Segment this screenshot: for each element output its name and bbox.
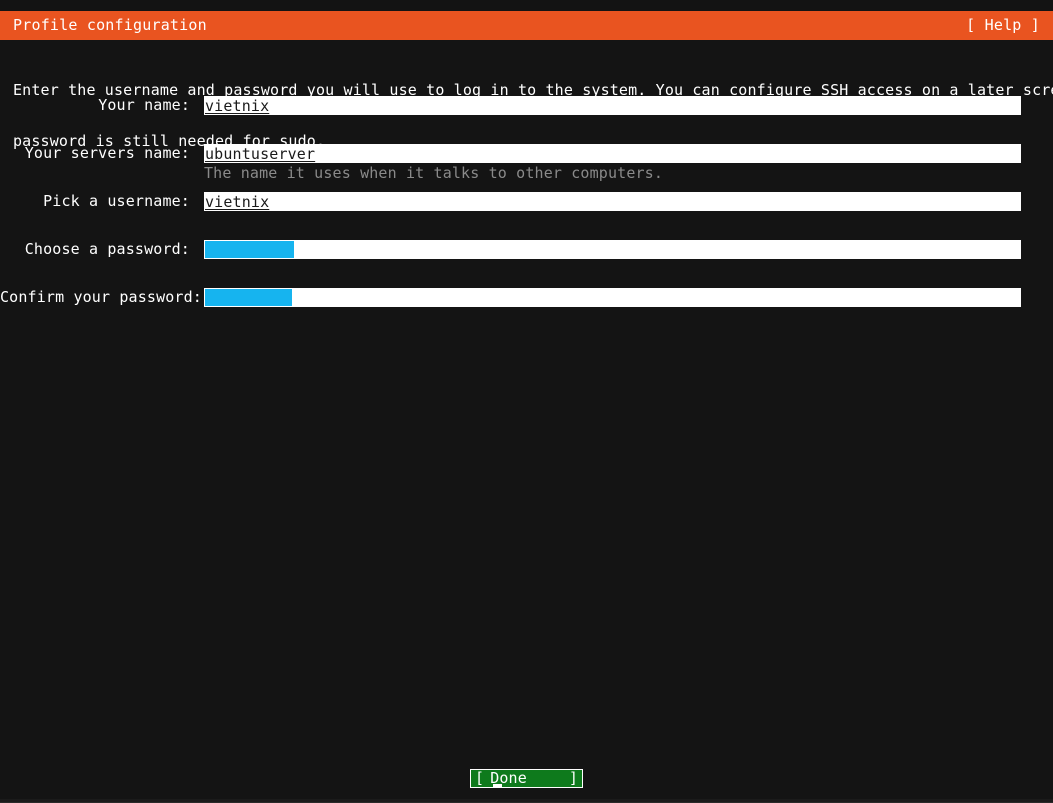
label-confirm-password: Confirm your password: [0, 288, 190, 307]
field-row-server-name: Your servers name: ubuntuserver The name… [0, 138, 1053, 186]
input-server-name-value: ubuntuserver [204, 145, 315, 163]
text-cursor [493, 784, 502, 787]
field-row-username: Pick a username: vietnix [0, 186, 1053, 234]
header-bar: Profile configuration [ Help ] [0, 11, 1053, 40]
input-password[interactable] [204, 240, 1021, 259]
field-row-confirm-password: Confirm your password: [0, 282, 1053, 330]
field-row-your-name: Your name: vietnix [0, 90, 1053, 138]
footer-actions: [ Done ] [0, 769, 1053, 788]
page-title: Profile configuration [13, 11, 207, 40]
hint-server-name: The name it uses when it talks to other … [204, 164, 663, 182]
installer-screen: Profile configuration [ Help ] Enter the… [0, 0, 1053, 803]
input-your-name[interactable]: vietnix [204, 96, 1021, 115]
help-link[interactable]: [ Help ] [966, 11, 1040, 40]
done-button[interactable]: [ Done ] [470, 769, 583, 788]
done-bracket-left: [ [475, 770, 484, 787]
label-username: Pick a username: [0, 192, 190, 211]
field-row-password: Choose a password: [0, 234, 1053, 282]
input-username-value: vietnix [204, 193, 269, 211]
label-password: Choose a password: [0, 240, 190, 259]
input-confirm-password[interactable] [204, 288, 1021, 307]
top-strip [0, 0, 1053, 11]
label-your-name: Your name: [0, 96, 190, 115]
input-your-name-value: vietnix [204, 97, 269, 115]
input-server-name[interactable]: ubuntuserver [204, 144, 1021, 163]
input-username[interactable]: vietnix [204, 192, 1021, 211]
label-server-name: Your servers name: [0, 144, 190, 163]
confirm-password-mask-block [205, 289, 292, 306]
password-mask-block [205, 241, 294, 258]
done-bracket-right: ] [569, 770, 578, 787]
profile-form: Your name: vietnix Your servers name: ub… [0, 90, 1053, 330]
